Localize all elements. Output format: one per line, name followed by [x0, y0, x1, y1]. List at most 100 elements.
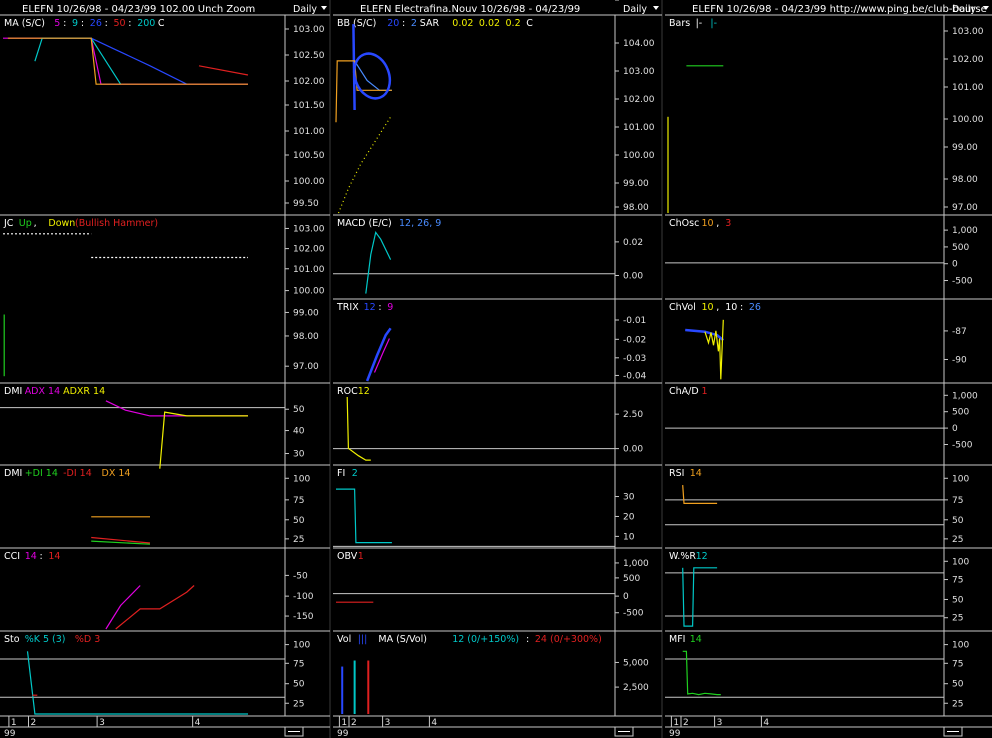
legend-bars-0: Bars: [669, 18, 690, 29]
tick-label-ma: 100.50: [293, 151, 325, 161]
legend-trix-1: 12: [364, 302, 376, 313]
legend-ma-0: MA (S/C): [4, 18, 45, 29]
x-tick-label: 3: [717, 718, 723, 728]
tick-label-ma: 101.50: [293, 101, 325, 111]
series-ma-C: [7, 37, 248, 85]
tick-label-trix: -0.01: [623, 316, 646, 326]
legend-chosc-3: 3: [725, 218, 731, 229]
legend-trix-2: :: [378, 302, 381, 313]
legend-roc-0: ROC: [337, 386, 358, 397]
legend-trix-0: TRIX: [336, 302, 359, 313]
tick-label-mfi: 75: [952, 659, 963, 669]
tick-label-cci: -150: [293, 612, 314, 622]
legend-ma-7: 50: [114, 18, 126, 29]
panel-mfi: [665, 630, 992, 716]
tick-label-wr: 100: [952, 557, 969, 567]
legend-dmi2-0: DMI: [4, 468, 22, 479]
tick-label-vol: 5,000: [623, 658, 649, 668]
tick-label-jc: 103.00: [293, 224, 325, 234]
legend-ma-9: 200: [137, 18, 155, 29]
tick-label-bars: 101.00: [952, 83, 984, 93]
tick-label-chad: 0: [952, 424, 958, 434]
tick-label-jc: 102.00: [293, 245, 325, 255]
tick-label-bars: 97.00: [952, 203, 978, 213]
tick-label-ma: 103.00: [293, 25, 325, 35]
legend-fi-1: 2: [352, 468, 358, 479]
series-dmi1-ADXR 14: [159, 411, 248, 469]
chevron-down-icon: [653, 6, 659, 10]
tick-label-sto: 75: [293, 659, 304, 669]
legend-bb-3: 2: [411, 18, 417, 29]
series-ma-9: [34, 37, 122, 85]
tick-label-jc: 100.00: [293, 287, 325, 297]
tick-label-wr: 25: [952, 614, 963, 624]
legend-bb-1: 20: [387, 18, 399, 29]
tick-label-chad: -500: [952, 441, 973, 451]
tick-label-chosc: 0: [952, 260, 958, 270]
panel-jc: [0, 214, 330, 383]
legend-ma-2: :: [63, 18, 66, 29]
legend-jc-3: Down: [48, 218, 75, 229]
tick-label-bars: 103.00: [952, 27, 984, 37]
legend-chvol-1: 10: [702, 302, 714, 313]
tick-label-dmi2: 50: [293, 516, 305, 526]
legend-rsi-1: 14: [690, 468, 702, 479]
tick-label-dmi2: 100: [293, 474, 310, 484]
tick-label-dmi1: 50: [293, 405, 305, 415]
panel-chad: [665, 382, 992, 465]
legend-roc-1: 12: [358, 386, 370, 397]
tick-label-chvol: -87: [952, 327, 967, 337]
x-tick-label: 2: [683, 718, 689, 728]
tick-label-jc: 99.00: [293, 308, 319, 318]
legend-macd-1: 12, 26, 9: [399, 218, 441, 229]
tick-label-obv: 500: [623, 574, 640, 584]
legend-bb-6: 0.02: [479, 18, 500, 29]
panel-bars: [665, 14, 992, 215]
x-tick-label: 4: [763, 718, 769, 728]
legend-ma-1: 5: [54, 18, 60, 29]
tick-label-bb: 97.00: [623, 0, 649, 3]
tick-label-mfi: 100: [952, 641, 969, 651]
legend-chosc-0: ChOsc: [669, 218, 699, 229]
series-sto-%K 5 (3): [26, 651, 248, 715]
tick-label-ma: 102.50: [293, 51, 325, 61]
tick-label-chosc: -500: [952, 277, 973, 287]
tick-label-ma: 101.00: [293, 127, 325, 137]
year-label: 99: [4, 729, 16, 738]
tick-label-macd: 0.00: [623, 271, 643, 281]
legend-ma-10: C: [158, 18, 165, 29]
legend-rsi-0: RSI: [669, 468, 684, 479]
x-tick-label: 1: [11, 718, 17, 728]
tick-label-bars: 102.00: [952, 55, 984, 65]
tick-label-mfi: 25: [952, 699, 963, 709]
legend-chvol-5: 26: [749, 302, 761, 313]
legend-vol-2: MA (S/Vol): [378, 634, 427, 645]
legend-bb-8: C: [526, 18, 533, 29]
panel-roc: [333, 382, 662, 465]
tick-label-chosc: 500: [952, 243, 969, 253]
legend-chosc-2: ,: [716, 218, 719, 229]
tick-label-bb: 102.00: [623, 95, 655, 105]
tick-label-wr: 50: [952, 595, 964, 605]
legend-dmi2-2: -DI 14: [63, 468, 92, 479]
legend-chosc-1: 10: [702, 218, 714, 229]
series-chvol-26: [685, 328, 725, 342]
tick-label-dmi2: 25: [293, 535, 304, 545]
legend-obv-1: 1: [358, 551, 364, 562]
tick-label-jc: 97.00: [293, 362, 319, 372]
x-tick-label: 2: [31, 718, 37, 728]
legend-trix-3: 9: [387, 302, 393, 313]
tick-label-trix: -0.02: [623, 335, 646, 345]
column-header: ELEFN 10/26/98 - 04/23/99 102.00 Unch Zo…: [22, 4, 255, 15]
legend-ma-5: 26: [90, 18, 102, 29]
legend-bb-7: 0.2: [506, 18, 521, 29]
column-header: ELEFN Electrafina.Nouv 10/26/98 - 04/23/…: [360, 4, 580, 15]
series-cci-14b: [115, 585, 195, 630]
legend-vol-0: Vol: [337, 634, 351, 645]
tick-label-chosc: 1,000: [952, 226, 978, 236]
legend-bb-4: SAR: [420, 18, 440, 29]
tick-label-chad: 500: [952, 408, 969, 418]
legend-bars-1: |-: [696, 18, 703, 29]
legend-ma-8: :: [128, 18, 131, 29]
tick-label-bb: 100.00: [623, 151, 655, 161]
